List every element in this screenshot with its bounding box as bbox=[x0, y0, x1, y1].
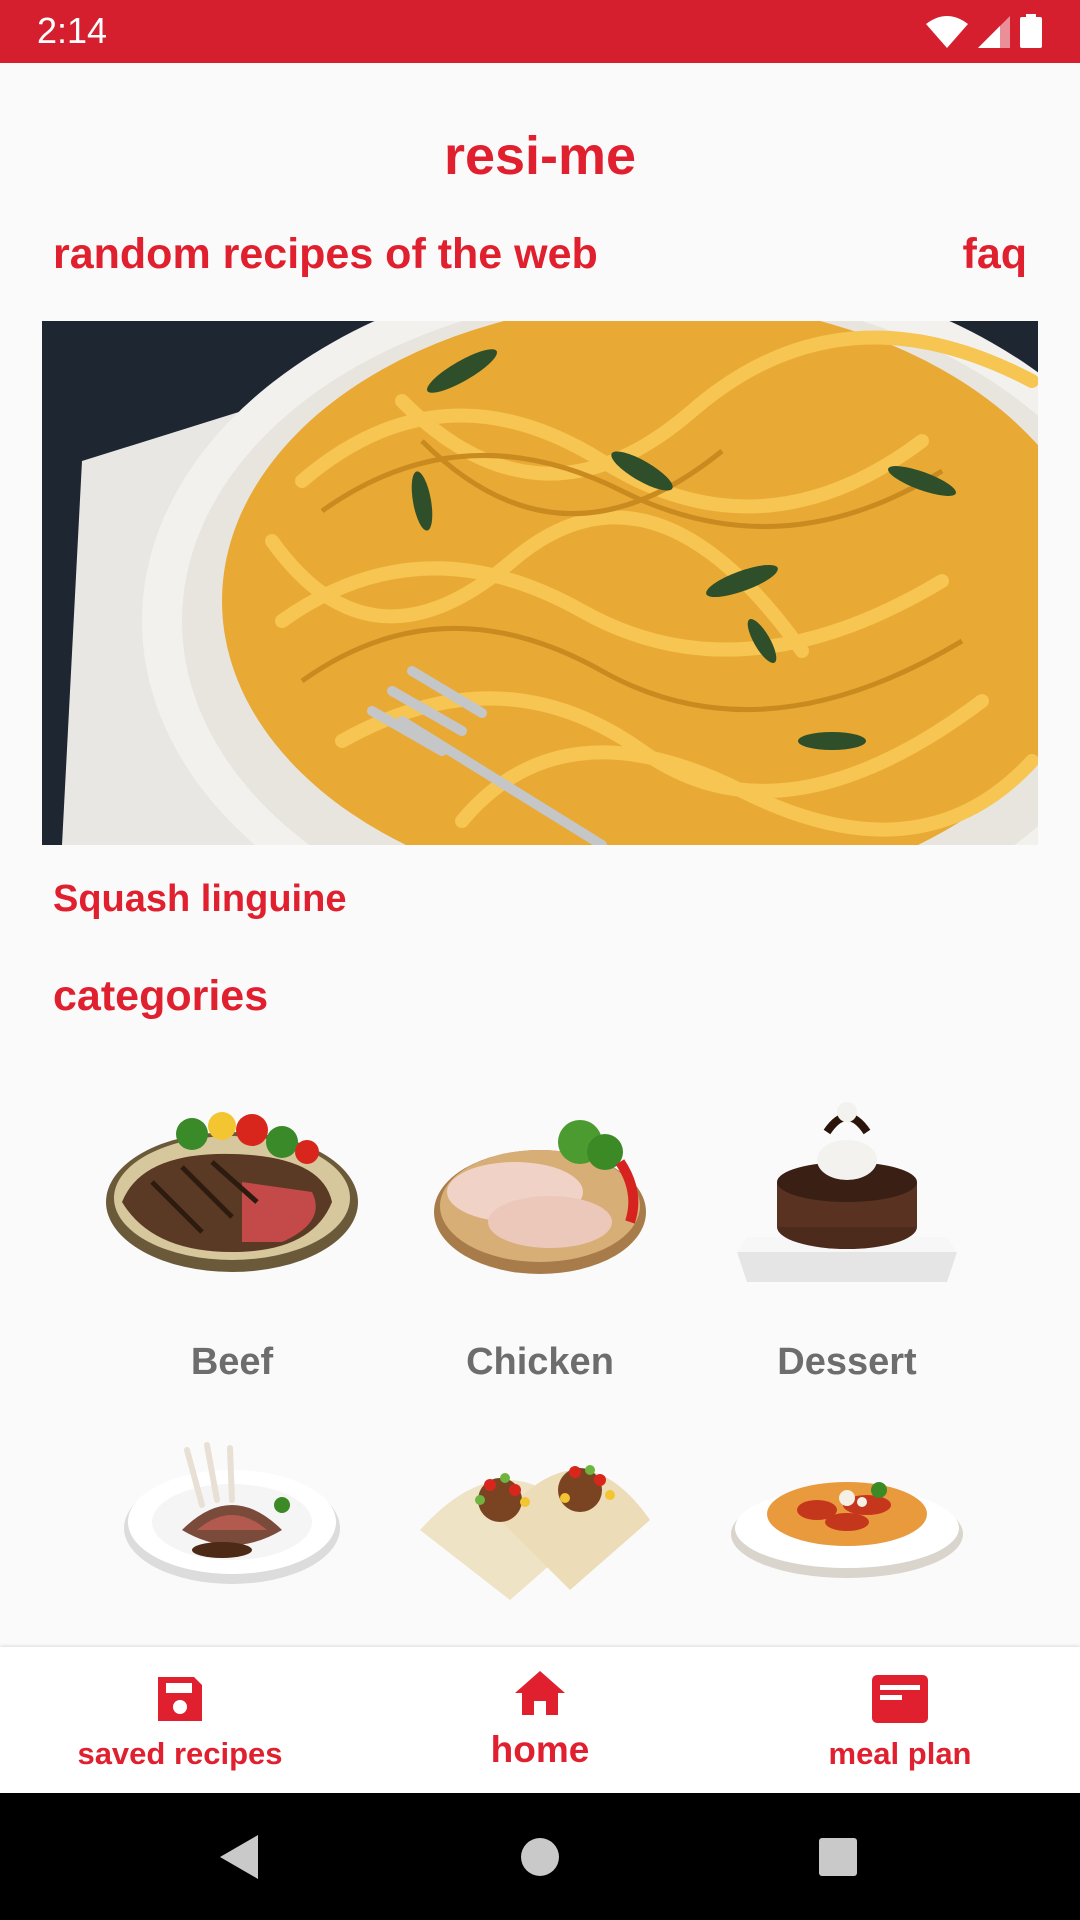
steak-image bbox=[106, 1112, 358, 1272]
tacos-image bbox=[420, 1465, 650, 1600]
featured-recipe-name[interactable]: Squash linguine bbox=[53, 874, 346, 924]
status-bar: 2:14 bbox=[0, 0, 1080, 63]
home-circle-icon[interactable] bbox=[520, 1837, 560, 1877]
category-label-dessert: Dessert bbox=[777, 1341, 917, 1383]
save-icon bbox=[158, 1677, 202, 1721]
categories-title: categories bbox=[53, 972, 269, 1020]
category-chicken[interactable] bbox=[390, 1052, 690, 1352]
system-navigation-bar bbox=[0, 1793, 1080, 1920]
faq-link[interactable]: faq bbox=[963, 226, 1028, 282]
battery-icon bbox=[1020, 14, 1042, 48]
nav-label-saved-recipes: saved recipes bbox=[77, 1736, 283, 1771]
header-links: random recipes of the web faq bbox=[53, 226, 1027, 282]
pasta-photo bbox=[42, 321, 1038, 845]
recents-icon[interactable] bbox=[818, 1837, 858, 1877]
app-title: resi-me bbox=[443, 126, 637, 186]
wifi-icon bbox=[926, 16, 968, 48]
chicken-image bbox=[434, 1120, 646, 1274]
calendar-card-icon bbox=[872, 1675, 928, 1723]
nav-label-meal-plan: meal plan bbox=[828, 1736, 972, 1771]
category-mexican[interactable] bbox=[390, 1410, 690, 1647]
nav-home[interactable]: home bbox=[360, 1647, 720, 1793]
status-time: 2:14 bbox=[37, 10, 108, 51]
category-label-chicken: Chicken bbox=[466, 1341, 614, 1383]
status-icons bbox=[926, 14, 1042, 48]
nav-meal-plan[interactable]: meal plan bbox=[720, 1647, 1080, 1793]
random-recipes-link[interactable]: random recipes of the web bbox=[53, 226, 598, 282]
signal-icon bbox=[978, 16, 1010, 48]
category-beef[interactable] bbox=[82, 1052, 382, 1352]
back-icon[interactable] bbox=[216, 1833, 260, 1881]
nav-saved-recipes[interactable]: saved recipes bbox=[0, 1647, 360, 1793]
category-pasta[interactable] bbox=[697, 1410, 997, 1647]
home-icon bbox=[515, 1671, 565, 1715]
category-label-beef: Beef bbox=[190, 1341, 274, 1383]
nav-label-home: home bbox=[490, 1729, 590, 1770]
dessert-image bbox=[737, 1102, 957, 1282]
lamb-image bbox=[124, 1442, 340, 1584]
featured-recipe-image[interactable] bbox=[42, 321, 1038, 845]
pasta-dish-image bbox=[731, 1482, 963, 1578]
category-dessert[interactable] bbox=[697, 1052, 997, 1352]
bottom-navigation: saved recipes home meal plan bbox=[0, 1647, 1080, 1793]
category-lamb[interactable] bbox=[82, 1410, 382, 1647]
